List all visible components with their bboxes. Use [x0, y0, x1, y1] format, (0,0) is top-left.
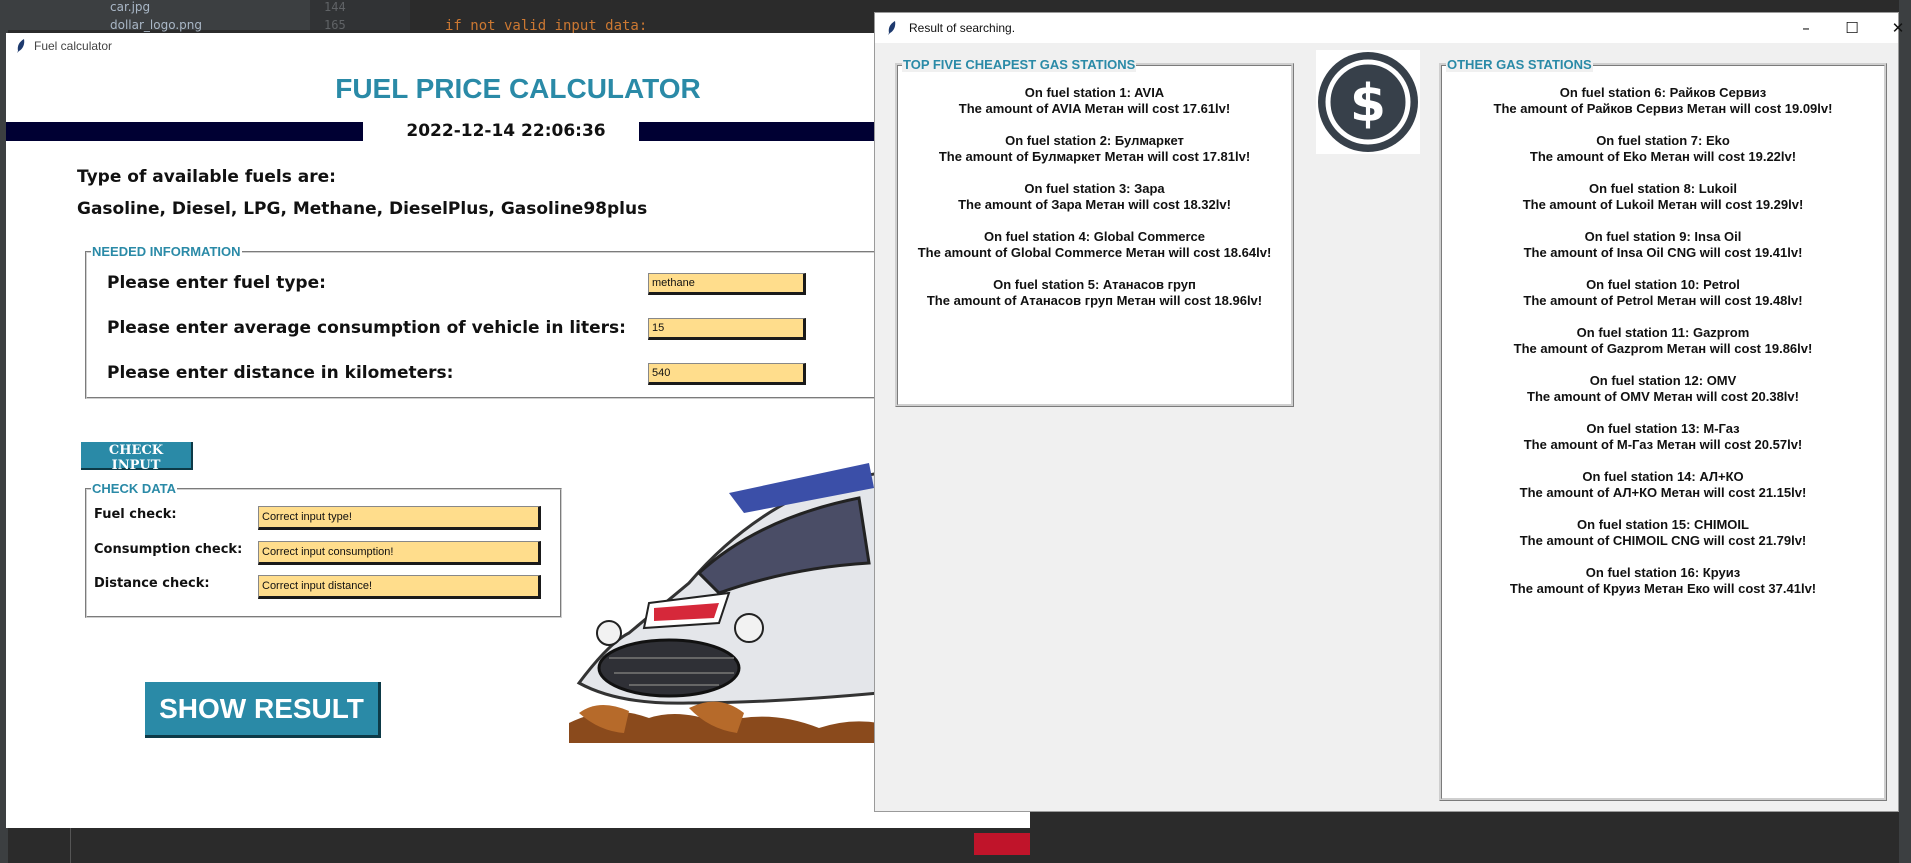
- file-item[interactable]: dollar_logo.png: [110, 18, 202, 32]
- list-item: On fuel station 1: AVIA The amount of AV…: [958, 85, 1231, 116]
- result-window: Result of searching. – ☐ ✕ TOP FIVE CHEA…: [874, 12, 1904, 812]
- fuels-list: Gasoline, Diesel, LPG, Methane, DieselPl…: [77, 199, 648, 219]
- dollar-icon: $: [1318, 52, 1418, 152]
- check-data-legend: CHECK DATA: [92, 481, 177, 496]
- close-button[interactable]: ✕: [1875, 13, 1911, 43]
- list-item: On fuel station 9: Insa Oil The amount o…: [1523, 229, 1803, 260]
- list-item: On fuel station 11: Gazprom The amount o…: [1513, 325, 1813, 356]
- distance-check-label: Distance check:: [94, 576, 210, 591]
- consumption-input[interactable]: [648, 318, 806, 340]
- distance-input[interactable]: [648, 363, 806, 385]
- ide-project-tree: car.jpg dollar_logo.png: [0, 0, 310, 32]
- datetime-label: 2022-12-14 22:06:36: [406, 121, 606, 141]
- list-item: On fuel station 6: Райков Сервиз The amo…: [1493, 85, 1833, 116]
- list-item: On fuel station 10: Petrol The amount of…: [1523, 277, 1803, 308]
- distance-check-field[interactable]: [258, 575, 541, 599]
- ide-right-toolbar: [1899, 0, 1911, 863]
- banner-bar-left: [6, 122, 363, 141]
- consumption-check-field[interactable]: [258, 541, 541, 565]
- list-item: On fuel station 8: Lukoil The amount of …: [1522, 181, 1804, 212]
- file-item[interactable]: car.jpg: [110, 0, 150, 14]
- list-item: On fuel station 15: CHIMOIL The amount o…: [1519, 517, 1807, 548]
- list-item: On fuel station 3: Зара The amount of За…: [958, 181, 1231, 212]
- top-five-legend: TOP FIVE CHEAPEST GAS STATIONS: [902, 57, 1137, 72]
- line-number: 144: [324, 0, 346, 14]
- rally-car-image: [569, 433, 879, 743]
- maximize-button[interactable]: ☐: [1829, 13, 1875, 43]
- consumption-label: Please enter average consumption of vehi…: [107, 318, 626, 338]
- minimize-button[interactable]: –: [1783, 13, 1829, 43]
- svg-text:$: $: [1350, 74, 1386, 134]
- list-item: On fuel station 7: Eko The amount of Eko…: [1529, 133, 1797, 164]
- result-window-title: Result of searching.: [909, 21, 1016, 35]
- red-logo-button: [974, 833, 1030, 855]
- fuel-type-label: Please enter fuel type:: [107, 273, 326, 293]
- list-item: On fuel station 12: OMV The amount of OM…: [1527, 373, 1799, 404]
- list-item: On fuel station 4: Global Commerce The a…: [917, 229, 1272, 260]
- list-item: On fuel station 2: Булмаркет The amount …: [938, 133, 1251, 164]
- feather-icon: [888, 21, 896, 35]
- fuel-check-field[interactable]: [258, 506, 541, 530]
- other-stations-legend: OTHER GAS STATIONS: [1446, 57, 1593, 72]
- distance-label: Please enter distance in kilometers:: [107, 363, 454, 383]
- ide-gutter: 144 165: [310, 0, 410, 32]
- list-item: On fuel station 5: Атанасов груп The amo…: [926, 277, 1263, 308]
- list-item: On fuel station 16: Круиз The amount of …: [1509, 565, 1817, 596]
- needed-information-legend: NEEDED INFORMATION: [92, 244, 241, 259]
- ide-bottom-area: [8, 828, 1899, 863]
- line-number: 165: [324, 18, 346, 32]
- fuel-type-input[interactable]: [648, 273, 806, 295]
- list-item: On fuel station 13: М-Газ The amount of …: [1523, 421, 1803, 452]
- show-result-button[interactable]: SHOW RESULT: [145, 682, 381, 738]
- fuel-check-label: Fuel check:: [94, 507, 177, 522]
- result-title-bar[interactable]: Result of searching. – ☐ ✕: [875, 13, 1904, 43]
- consumption-check-label: Consumption check:: [94, 542, 243, 557]
- dollar-logo: $: [1316, 50, 1420, 154]
- fuels-heading: Type of available fuels are:: [77, 167, 336, 187]
- list-item: On fuel station 14: АЛ+КО The amount of …: [1519, 469, 1807, 500]
- check-input-button[interactable]: CHECK INPUT: [81, 442, 193, 473]
- code-line: if not valid_input_data:: [445, 18, 648, 34]
- window-title: Fuel calculator: [34, 39, 113, 53]
- feather-icon: [17, 39, 25, 53]
